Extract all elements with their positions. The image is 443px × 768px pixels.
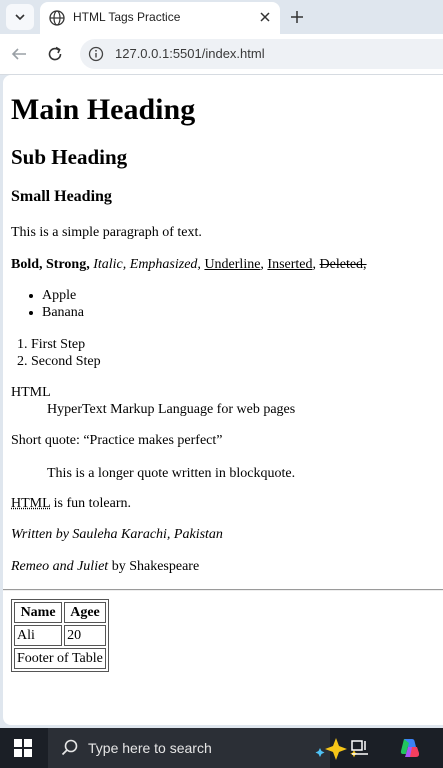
data-table: Name Agee Ali 20 Footer of Table	[11, 599, 109, 672]
short-quote-line: Short quote: “Practice makes perfect”	[11, 433, 222, 449]
address: Written by Sauleha Karachi, Pakistan	[11, 527, 223, 542]
search-placeholder: Type here to search	[88, 740, 212, 756]
tab-title: HTML Tags Practice	[73, 10, 181, 24]
cite-title: Remeo and Juliet	[11, 559, 109, 574]
definition-term: HTML	[11, 385, 51, 400]
taskbar: Type here to search	[0, 728, 443, 768]
new-tab-button[interactable]	[287, 7, 307, 27]
sub-heading: Sub Heading	[11, 145, 128, 169]
table-row: Ali 20	[14, 625, 106, 646]
close-tab-button[interactable]	[257, 9, 273, 25]
bullet-icon	[29, 310, 33, 315]
table-header: Agee	[64, 602, 106, 623]
browser-toolbar: 127.0.0.1:5501/index.html	[0, 34, 443, 75]
search-icon	[61, 739, 78, 756]
short-quote-label: Short quote:	[11, 433, 80, 448]
separator: ,	[312, 257, 317, 272]
task-view-icon[interactable]	[350, 738, 370, 758]
table-cell: Ali	[14, 625, 63, 646]
plus-icon	[291, 11, 303, 23]
list-item: Apple	[29, 288, 76, 304]
bold-text: Bold,	[11, 257, 43, 272]
reload-button[interactable]	[44, 43, 66, 65]
table-footer-row: Footer of Table	[14, 648, 106, 669]
ordered-list-item: 2. Second Step	[17, 354, 101, 369]
info-icon[interactable]	[88, 46, 104, 62]
copilot-icon[interactable]	[398, 737, 422, 759]
tab-bar: HTML Tags Practice	[0, 0, 443, 34]
address-bar[interactable]: 127.0.0.1:5501/index.html	[80, 39, 443, 69]
abbreviation: HTML	[11, 496, 51, 511]
ordered-list-item: 1. First Step	[17, 337, 86, 352]
chevron-down-icon	[15, 14, 25, 21]
back-button[interactable]	[8, 43, 30, 65]
globe-icon	[49, 10, 65, 26]
separator: ,	[260, 257, 264, 272]
short-quote: “Practice makes perfect”	[83, 433, 223, 448]
underline-text: Underline	[204, 257, 261, 272]
cite-line: Remeo and Juliet by Shakespeare	[11, 559, 199, 575]
table-cell: 20	[64, 625, 106, 646]
horizontal-rule	[3, 589, 443, 591]
page-viewport: Main Heading Sub Heading Small Heading T…	[3, 75, 443, 725]
url-text: 127.0.0.1:5501/index.html	[115, 46, 265, 61]
taskbar-search[interactable]: Type here to search	[48, 728, 358, 768]
close-icon	[260, 12, 270, 22]
italic-text: Italic,	[93, 257, 127, 272]
cite-rest: by Shakespeare	[111, 559, 200, 574]
abbr-rest: is fun tolearn.	[53, 496, 132, 511]
table-header-row: Name Agee	[14, 602, 106, 623]
inserted-text: Inserted	[267, 257, 313, 272]
formatting-line: Bold, Strong, Italic, Emphasized, Underl…	[11, 257, 367, 273]
definition-description: HyperText Markup Language for web pages	[47, 402, 296, 417]
main-heading: Main Heading	[11, 93, 196, 126]
small-heading: Small Heading	[11, 188, 112, 205]
table-footer: Footer of Table	[14, 648, 106, 669]
back-arrow-icon	[11, 48, 26, 60]
bullet-icon	[29, 293, 33, 298]
paragraph: This is a simple paragraph of text.	[11, 225, 202, 240]
blockquote: This is a longer quote written in blockq…	[47, 466, 296, 481]
reload-icon	[48, 46, 62, 61]
windows-start-icon[interactable]	[14, 739, 32, 757]
strong-text: Strong,	[46, 257, 90, 272]
table-header: Name	[14, 602, 63, 623]
abbr-line: HTML is fun tolearn.	[11, 496, 131, 512]
active-tab[interactable]: HTML Tags Practice	[40, 2, 280, 34]
tab-search-button[interactable]	[6, 4, 34, 30]
list-item: Banana	[29, 305, 84, 321]
emphasized-text: Emphasized,	[129, 257, 201, 272]
deleted-text: Deleted,	[319, 257, 367, 272]
